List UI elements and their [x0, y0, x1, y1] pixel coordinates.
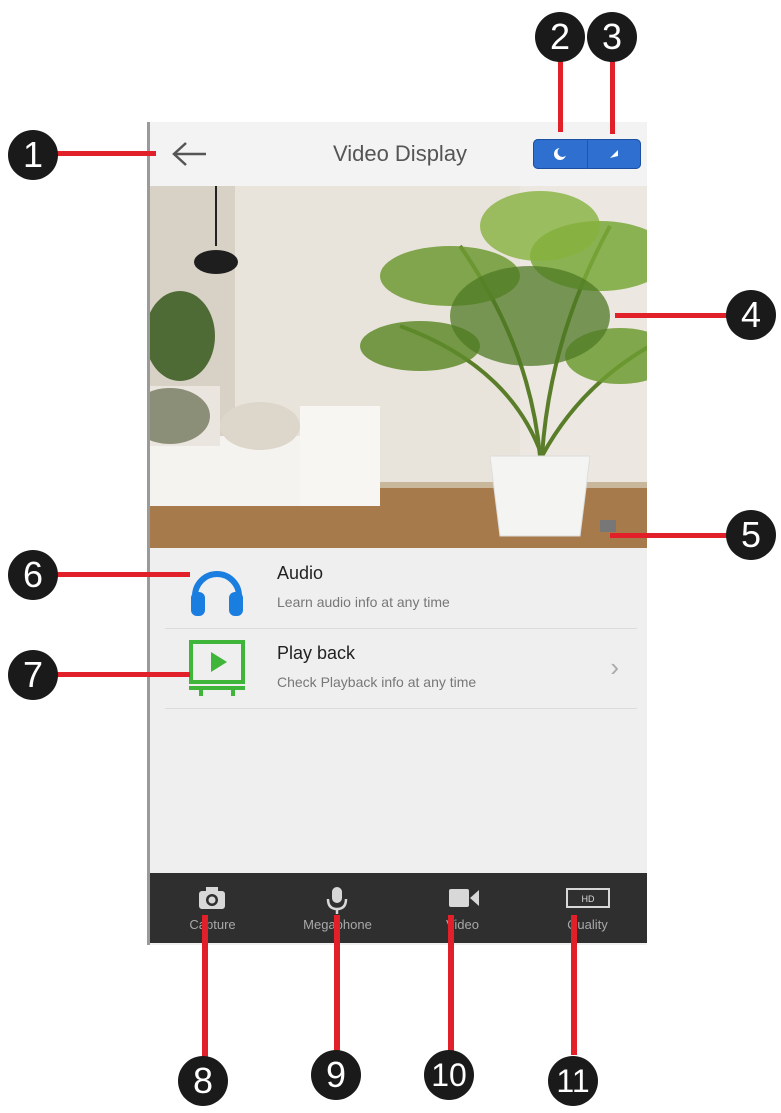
callout-line-10	[448, 915, 454, 1055]
callout-badge-1: 1	[8, 130, 58, 180]
moon-icon	[554, 147, 568, 160]
app-screen: Video Display Audio Learn audio info at …	[147, 122, 647, 945]
quality-button[interactable]: HD Quality	[525, 873, 647, 943]
callout-line-3	[610, 52, 615, 134]
callout-badge-3: 3	[587, 12, 637, 62]
capture-label: Capture	[189, 917, 236, 932]
callout-badge-7: 7	[8, 650, 58, 700]
video-frame-image	[150, 186, 647, 548]
callout-line-7	[50, 672, 190, 677]
monitor-play-icon	[189, 640, 245, 696]
arrow-icon	[610, 150, 618, 158]
callout-line-8	[202, 915, 208, 1060]
view-mode-toggle[interactable]	[533, 139, 641, 169]
night-mode-button[interactable]	[533, 139, 588, 169]
callout-badge-6: 6	[8, 550, 58, 600]
hd-icon: HD	[566, 888, 610, 908]
callout-line-2	[558, 50, 563, 132]
callout-badge-2: 2	[535, 12, 585, 62]
live-video-feed[interactable]	[150, 186, 647, 548]
rotate-button[interactable]	[587, 139, 641, 169]
video-camera-icon	[449, 889, 479, 907]
callout-badge-5: 5	[726, 510, 776, 560]
playback-title: Play back	[277, 643, 356, 663]
callout-badge-10: 10	[424, 1050, 474, 1100]
playback-subtitle: Check Playback info at any time	[277, 674, 477, 690]
callout-line-6	[50, 572, 190, 577]
audio-subtitle: Learn audio info at any time	[277, 594, 450, 610]
quality-label: Quality	[567, 917, 608, 932]
callout-badge-4: 4	[726, 290, 776, 340]
list-item-playback[interactable]: Play back Check Playback info at any tim…	[165, 628, 637, 709]
chevron-right-icon: ›	[610, 652, 619, 682]
headphones-icon	[191, 571, 243, 616]
callout-badge-9: 9	[311, 1050, 361, 1100]
microphone-icon	[326, 887, 348, 914]
capture-button[interactable]: Capture	[150, 873, 275, 943]
hd-badge-text: HD	[582, 894, 595, 904]
callout-badge-8: 8	[178, 1056, 228, 1106]
audio-title: Audio	[277, 563, 324, 583]
callout-line-11	[571, 915, 577, 1055]
callout-line-9	[334, 915, 340, 1055]
list-item-audio[interactable]: Audio Learn audio info at any time	[165, 548, 637, 629]
camera-icon	[199, 887, 225, 909]
video-label: Video	[445, 917, 479, 932]
feature-list: Audio Learn audio info at any time Play …	[150, 548, 647, 873]
callout-badge-11: 11	[548, 1056, 598, 1106]
top-bar: Video Display	[150, 122, 647, 186]
video-record-button[interactable]: Video	[400, 873, 525, 943]
